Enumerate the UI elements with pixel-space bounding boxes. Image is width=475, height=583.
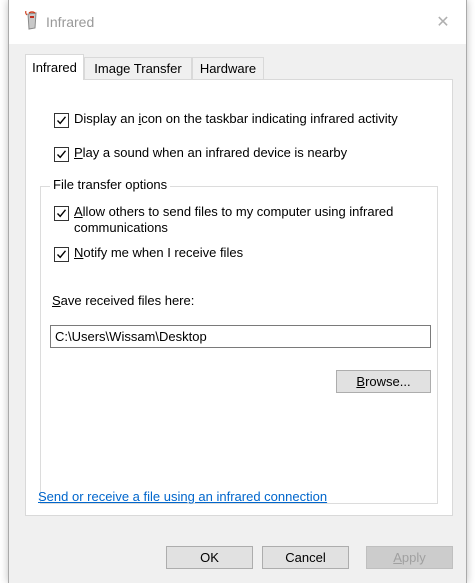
tab-label: Infrared (32, 60, 77, 75)
infrared-transfer-link[interactable]: Send or receive a file using an infrared… (38, 489, 327, 504)
checkmark-icon (56, 250, 67, 259)
cancel-button[interactable]: Cancel (262, 546, 349, 569)
allow-others-option[interactable]: Allow others to send files to my compute… (54, 204, 393, 236)
infrared-app-icon (23, 10, 41, 31)
file-transfer-group-title: File transfer options (50, 176, 171, 194)
display-icon-option[interactable]: Display an icon on the taskbar indicatin… (54, 111, 398, 128)
tab-label: Image Transfer (94, 61, 182, 76)
ok-button[interactable]: OK (166, 546, 253, 569)
save-location-label: Save received files here: (52, 293, 195, 308)
checkmark-icon (56, 116, 67, 125)
save-path-field[interactable]: C:\Users\Wissam\Desktop (50, 325, 431, 348)
tab-label: Hardware (199, 61, 257, 76)
title-bar: Infrared ✕ (9, 0, 466, 44)
close-icon: ✕ (436, 14, 450, 31)
checkmark-icon (56, 150, 67, 159)
tab-image-transfer[interactable]: Image Transfer (84, 57, 192, 79)
play-sound-label: Play a sound when an infrared device is … (74, 145, 348, 160)
notify-label: Notify me when I receive files (74, 245, 244, 260)
tab-panel-infrared: Display an icon on the taskbar indicatin… (25, 79, 453, 516)
browse-button[interactable]: Browse... (336, 370, 431, 393)
window-title: Infrared (46, 14, 95, 30)
allow-others-checkbox[interactable] (54, 206, 69, 221)
tab-infrared[interactable]: Infrared (25, 54, 84, 80)
apply-button[interactable]: Apply (366, 546, 453, 569)
display-icon-checkbox[interactable] (54, 113, 69, 128)
close-button[interactable]: ✕ (420, 0, 466, 44)
play-sound-checkbox[interactable] (54, 147, 69, 162)
notify-option[interactable]: Notify me when I receive files (54, 245, 243, 262)
tab-hardware[interactable]: Hardware (192, 57, 264, 79)
notify-checkbox[interactable] (54, 247, 69, 262)
infrared-dialog: Infrared ✕ Infrared Image Transfer Hardw… (8, 0, 467, 583)
allow-others-label: Allow others to send files to my compute… (74, 204, 394, 235)
play-sound-option[interactable]: Play a sound when an infrared device is … (54, 145, 347, 162)
checkmark-icon (56, 209, 67, 218)
display-icon-label: Display an icon on the taskbar indicatin… (74, 111, 398, 126)
